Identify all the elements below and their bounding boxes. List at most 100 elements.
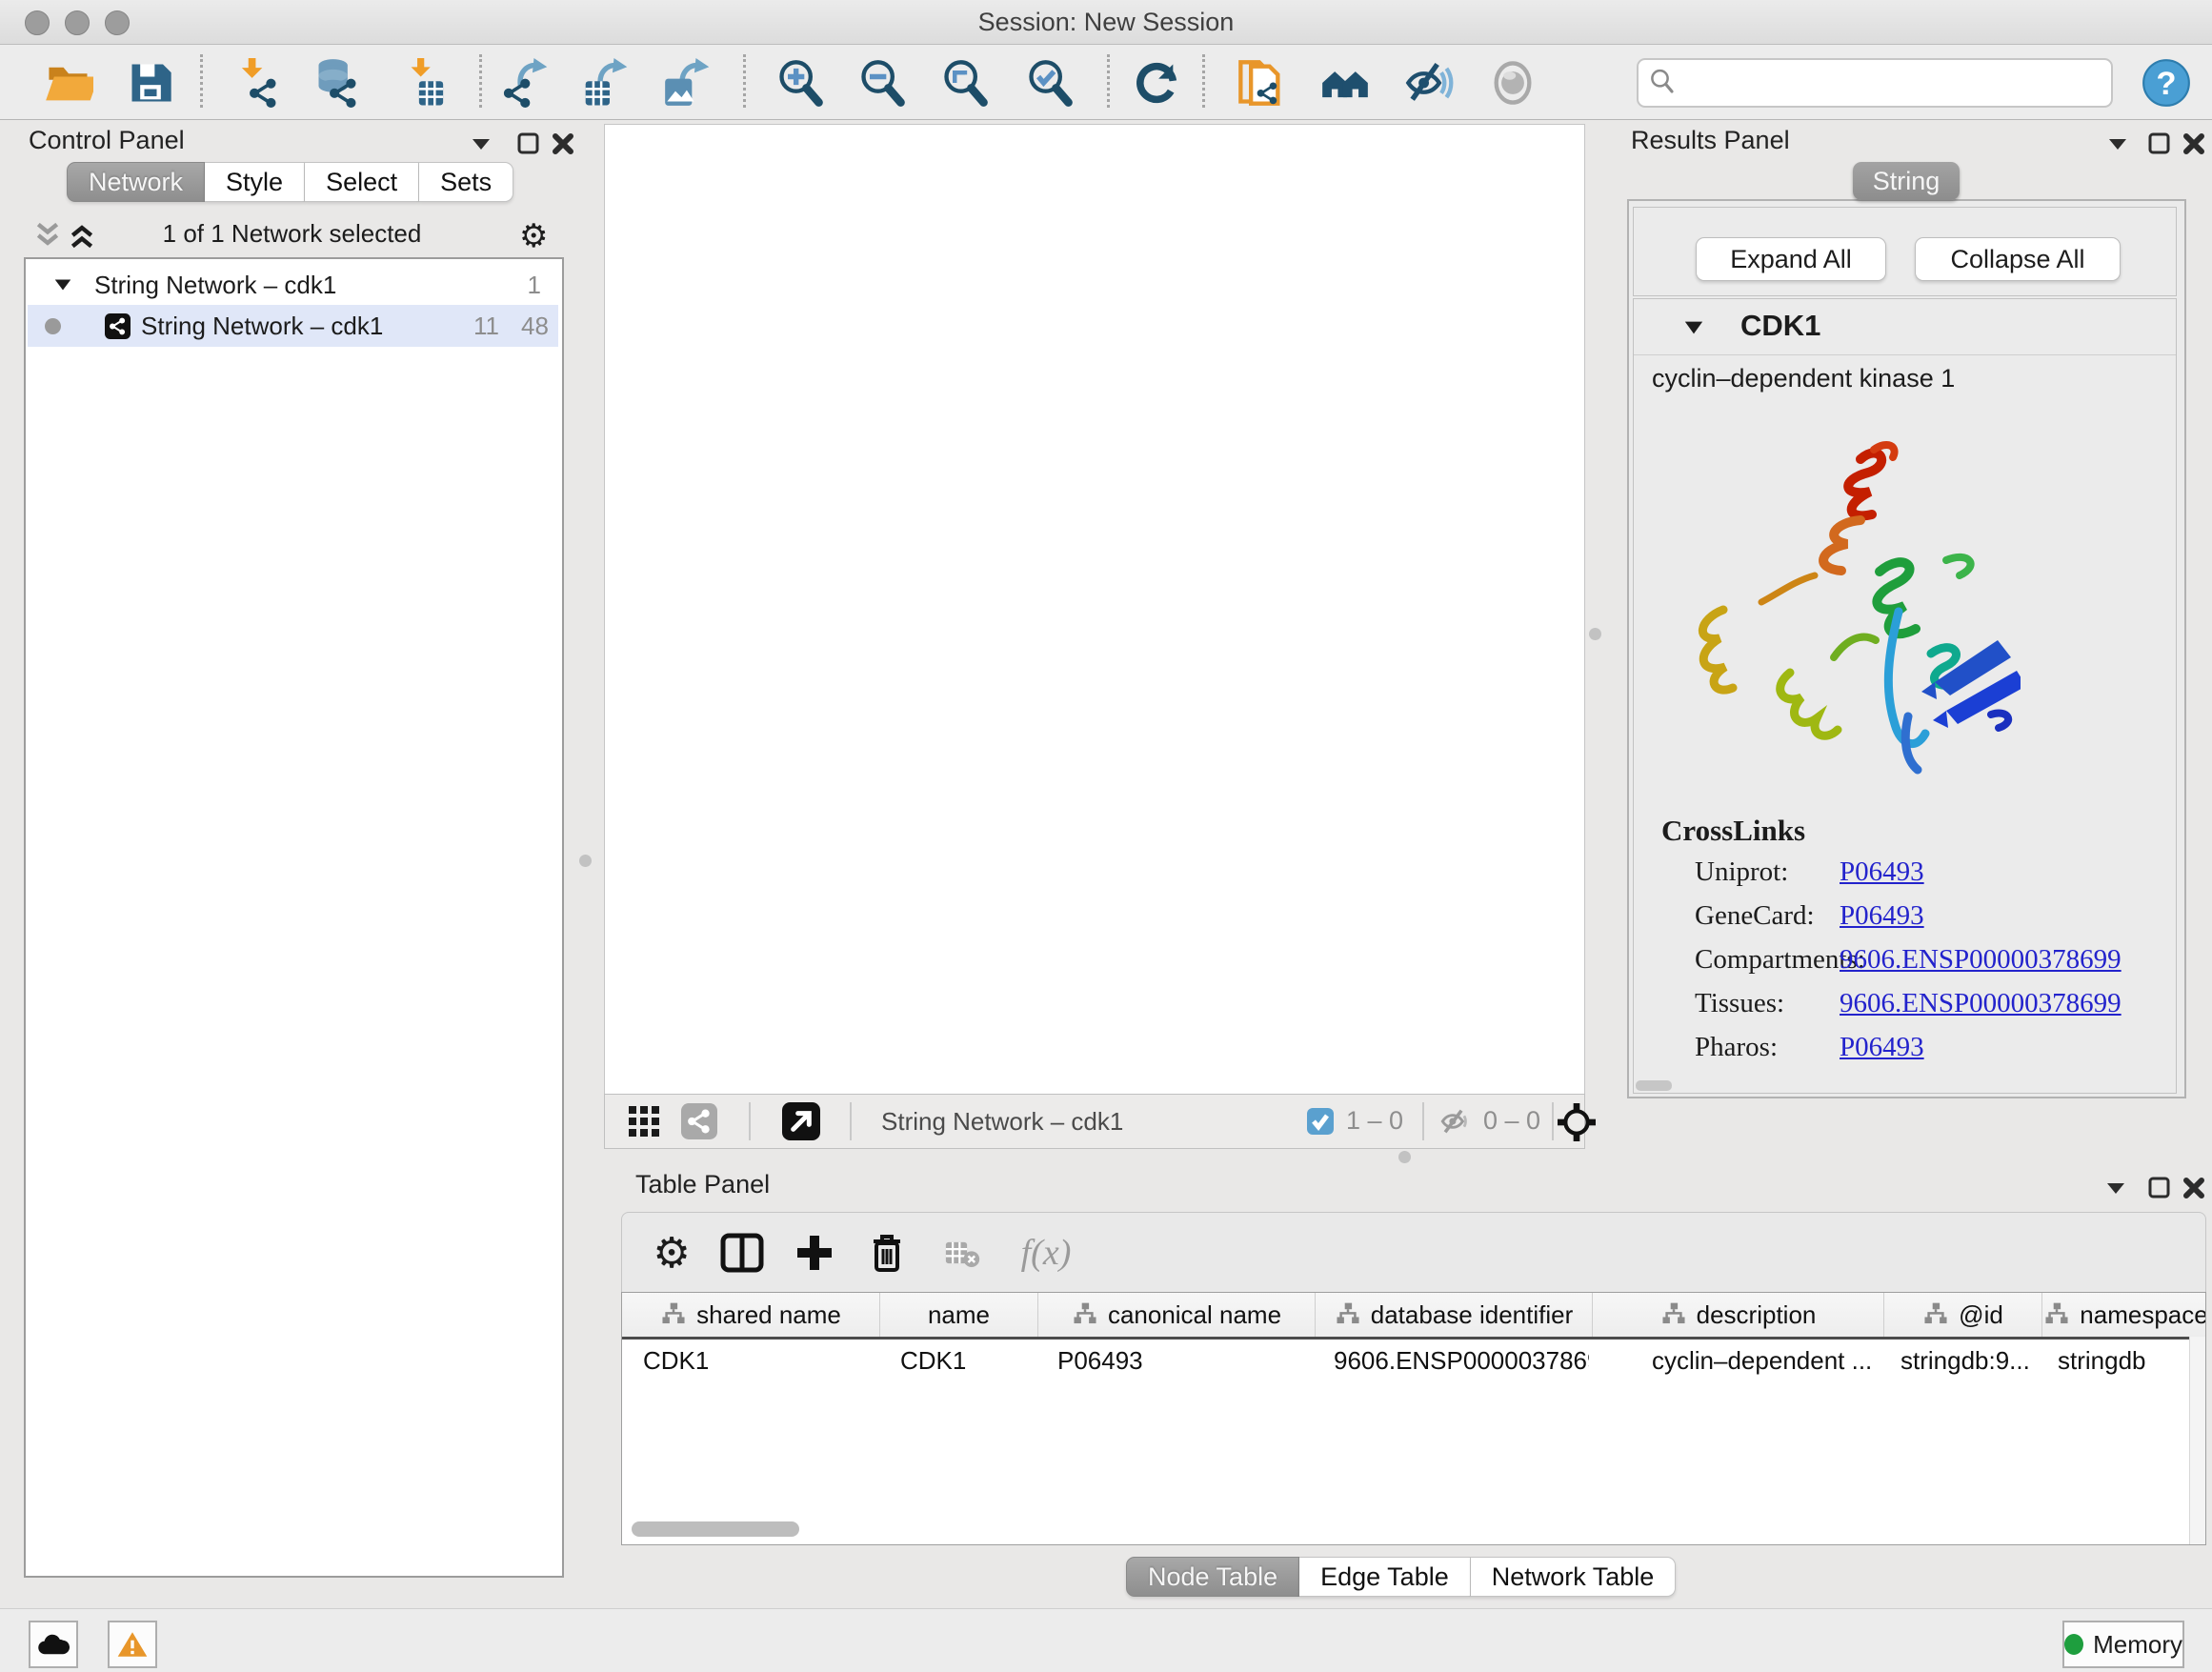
column-header[interactable]: canonical name [1038, 1293, 1316, 1337]
tab-select[interactable]: Select [305, 162, 419, 202]
panel-float-icon[interactable] [2145, 1174, 2174, 1202]
show-columns-icon[interactable] [719, 1230, 765, 1276]
network-column-icon [1335, 1301, 1361, 1328]
warnings-button[interactable] [108, 1621, 157, 1668]
network-node-RB1[interactable]: RB1 [1340, 567, 1484, 684]
network-column-icon [2043, 1301, 2070, 1328]
panel-close-icon[interactable] [2180, 130, 2208, 158]
string-results-container: Expand All Collapse All CDK1 cyclin–depe… [1627, 199, 2186, 1098]
birdseye-grid-icon[interactable] [628, 1105, 660, 1138]
network-label: String Network – cdk1 [141, 312, 383, 341]
cell-shared-name[interactable]: CDK1 [622, 1340, 879, 1381]
panel-float-icon[interactable] [2145, 130, 2174, 158]
crosslink-row: Compartments: 9606.ENSP00000378699 [1634, 944, 2176, 977]
tab-network-table[interactable]: Network Table [1471, 1557, 1677, 1597]
show-graphics-details-button[interactable] [1486, 56, 1539, 110]
zoom-fit-button[interactable] [938, 56, 992, 110]
table-row[interactable]: CDK1 CDK1 P06493 9606.ENSP00000378699 cy… [622, 1340, 2203, 1381]
column-header[interactable]: @id [1884, 1293, 2042, 1337]
import-network-file-button[interactable] [231, 56, 284, 110]
panel-dropdown-icon[interactable] [467, 130, 495, 158]
crosslink-link[interactable]: P06493 [1840, 900, 1924, 932]
tab-style[interactable]: Style [205, 162, 305, 202]
open-in-cybrowser-button[interactable] [1235, 56, 1288, 110]
network-view-title: String Network – cdk1 [881, 1107, 1123, 1137]
network-node-HIST1H1A[interactable]: HIST1H1A [714, 747, 916, 861]
column-header[interactable]: name [880, 1293, 1038, 1337]
cell-canonical-name[interactable]: P06493 [1036, 1340, 1313, 1381]
cell-namespace[interactable]: stringdb [2037, 1340, 2203, 1381]
tab-node-table[interactable]: Node Table [1126, 1557, 1299, 1597]
open-session-button[interactable] [42, 56, 95, 110]
column-header[interactable]: namespace [2042, 1293, 2206, 1337]
crosslink-link[interactable]: P06493 [1840, 1032, 1924, 1063]
string-protein-query-button[interactable] [1318, 56, 1372, 110]
panel-dropdown-icon[interactable] [2101, 1174, 2130, 1202]
crosslink-link[interactable]: P06493 [1840, 856, 1924, 888]
refresh-icon [1132, 58, 1181, 108]
horizontal-scrollbar-thumb[interactable] [1636, 1080, 1672, 1091]
cell-id[interactable]: stringdb:9... [1880, 1340, 2037, 1381]
gene-collapse-triangle-icon[interactable] [1683, 318, 1704, 337]
string-network-icon [105, 313, 131, 339]
left-splitter-handle[interactable] [579, 855, 592, 867]
hide-graphics-details-button[interactable] [1402, 56, 1456, 110]
help-button[interactable]: ? [2140, 56, 2193, 110]
table-settings-gear-icon[interactable]: ⚙ [649, 1230, 694, 1276]
cloud-button[interactable] [29, 1621, 78, 1668]
tree-expand-triangle-icon[interactable] [52, 274, 73, 295]
export-image-button[interactable] [661, 56, 714, 110]
import-network-database-button[interactable] [311, 56, 364, 110]
table-toolbar: ⚙ f(x) [621, 1212, 2206, 1294]
crosslink-row: GeneCard: P06493 [1634, 900, 2176, 933]
column-header[interactable]: shared name [622, 1293, 880, 1337]
import-table-file-button[interactable] [398, 56, 452, 110]
export-network-button[interactable] [499, 56, 553, 110]
network-collection-row[interactable]: String Network – cdk1 1 [28, 265, 558, 305]
refresh-layout-button[interactable] [1130, 56, 1183, 110]
zoom-out-button[interactable] [855, 56, 909, 110]
horizontal-scrollbar-thumb[interactable] [632, 1521, 799, 1537]
crosslink-link[interactable]: 9606.ENSP00000378699 [1840, 944, 2122, 976]
zoom-selected-button[interactable] [1023, 56, 1076, 110]
tab-sets[interactable]: Sets [419, 162, 513, 202]
bottom-splitter-handle[interactable] [1398, 1151, 1411, 1163]
zoom-fit-icon [940, 58, 990, 108]
crosslink-link[interactable]: 9606.ENSP00000378699 [1840, 988, 2122, 1019]
right-splitter-handle[interactable] [1589, 628, 1601, 640]
selected-checkbox-icon[interactable] [1306, 1107, 1335, 1136]
toolbar-divider [1552, 1102, 1554, 1140]
share-network-disabled-icon[interactable] [681, 1103, 717, 1139]
panel-dropdown-icon[interactable] [2103, 130, 2132, 158]
vertical-scrollbar[interactable] [2189, 1337, 2205, 1544]
tab-edge-table[interactable]: Edge Table [1299, 1557, 1471, 1597]
network-row-selected[interactable]: String Network – cdk1 11 48 [28, 305, 558, 347]
panel-float-icon[interactable] [514, 130, 543, 158]
network-node-CDKN1A[interactable]: CDKN1A [1305, 710, 1503, 826]
collapse-all-button[interactable]: Collapse All [1915, 237, 2121, 281]
panel-close-icon[interactable] [2180, 1174, 2208, 1202]
panel-close-icon[interactable] [549, 130, 577, 158]
column-header[interactable]: database identifier [1316, 1293, 1593, 1337]
save-session-button[interactable] [124, 56, 177, 110]
tab-network[interactable]: Network [67, 162, 205, 202]
expand-all-button[interactable]: Expand All [1696, 237, 1886, 281]
zoom-in-button[interactable] [774, 56, 827, 110]
open-view-arrow-icon[interactable] [782, 1102, 820, 1140]
cell-name[interactable]: CDK1 [879, 1340, 1036, 1381]
network-node-CCNA1[interactable]: CCNA1 [1122, 355, 1308, 467]
tab-string[interactable]: String [1853, 162, 1960, 200]
search-input[interactable] [1682, 64, 2096, 100]
network-canvas[interactable]: CCNB2CCNA1CDC25BCDK1CDC6RB1CCNB1CCNA2CDK… [604, 124, 1583, 1094]
memory-button[interactable]: Memory [2062, 1621, 2184, 1668]
collection-label: String Network – cdk1 [94, 271, 336, 300]
crosshair-icon[interactable] [1558, 1103, 1596, 1141]
delete-column-icon[interactable] [864, 1230, 910, 1276]
cell-database-identifier[interactable]: 9606.ENSP00000378699 [1313, 1340, 1589, 1381]
selected-count: 1 – 0 [1346, 1106, 1403, 1136]
column-header[interactable]: description [1593, 1293, 1884, 1337]
export-table-button[interactable] [579, 56, 633, 110]
network-options-gear-icon[interactable]: ⚙ [519, 217, 548, 255]
cell-description[interactable]: cyclin–dependent ... [1589, 1340, 1880, 1381]
add-column-icon[interactable] [792, 1230, 837, 1276]
